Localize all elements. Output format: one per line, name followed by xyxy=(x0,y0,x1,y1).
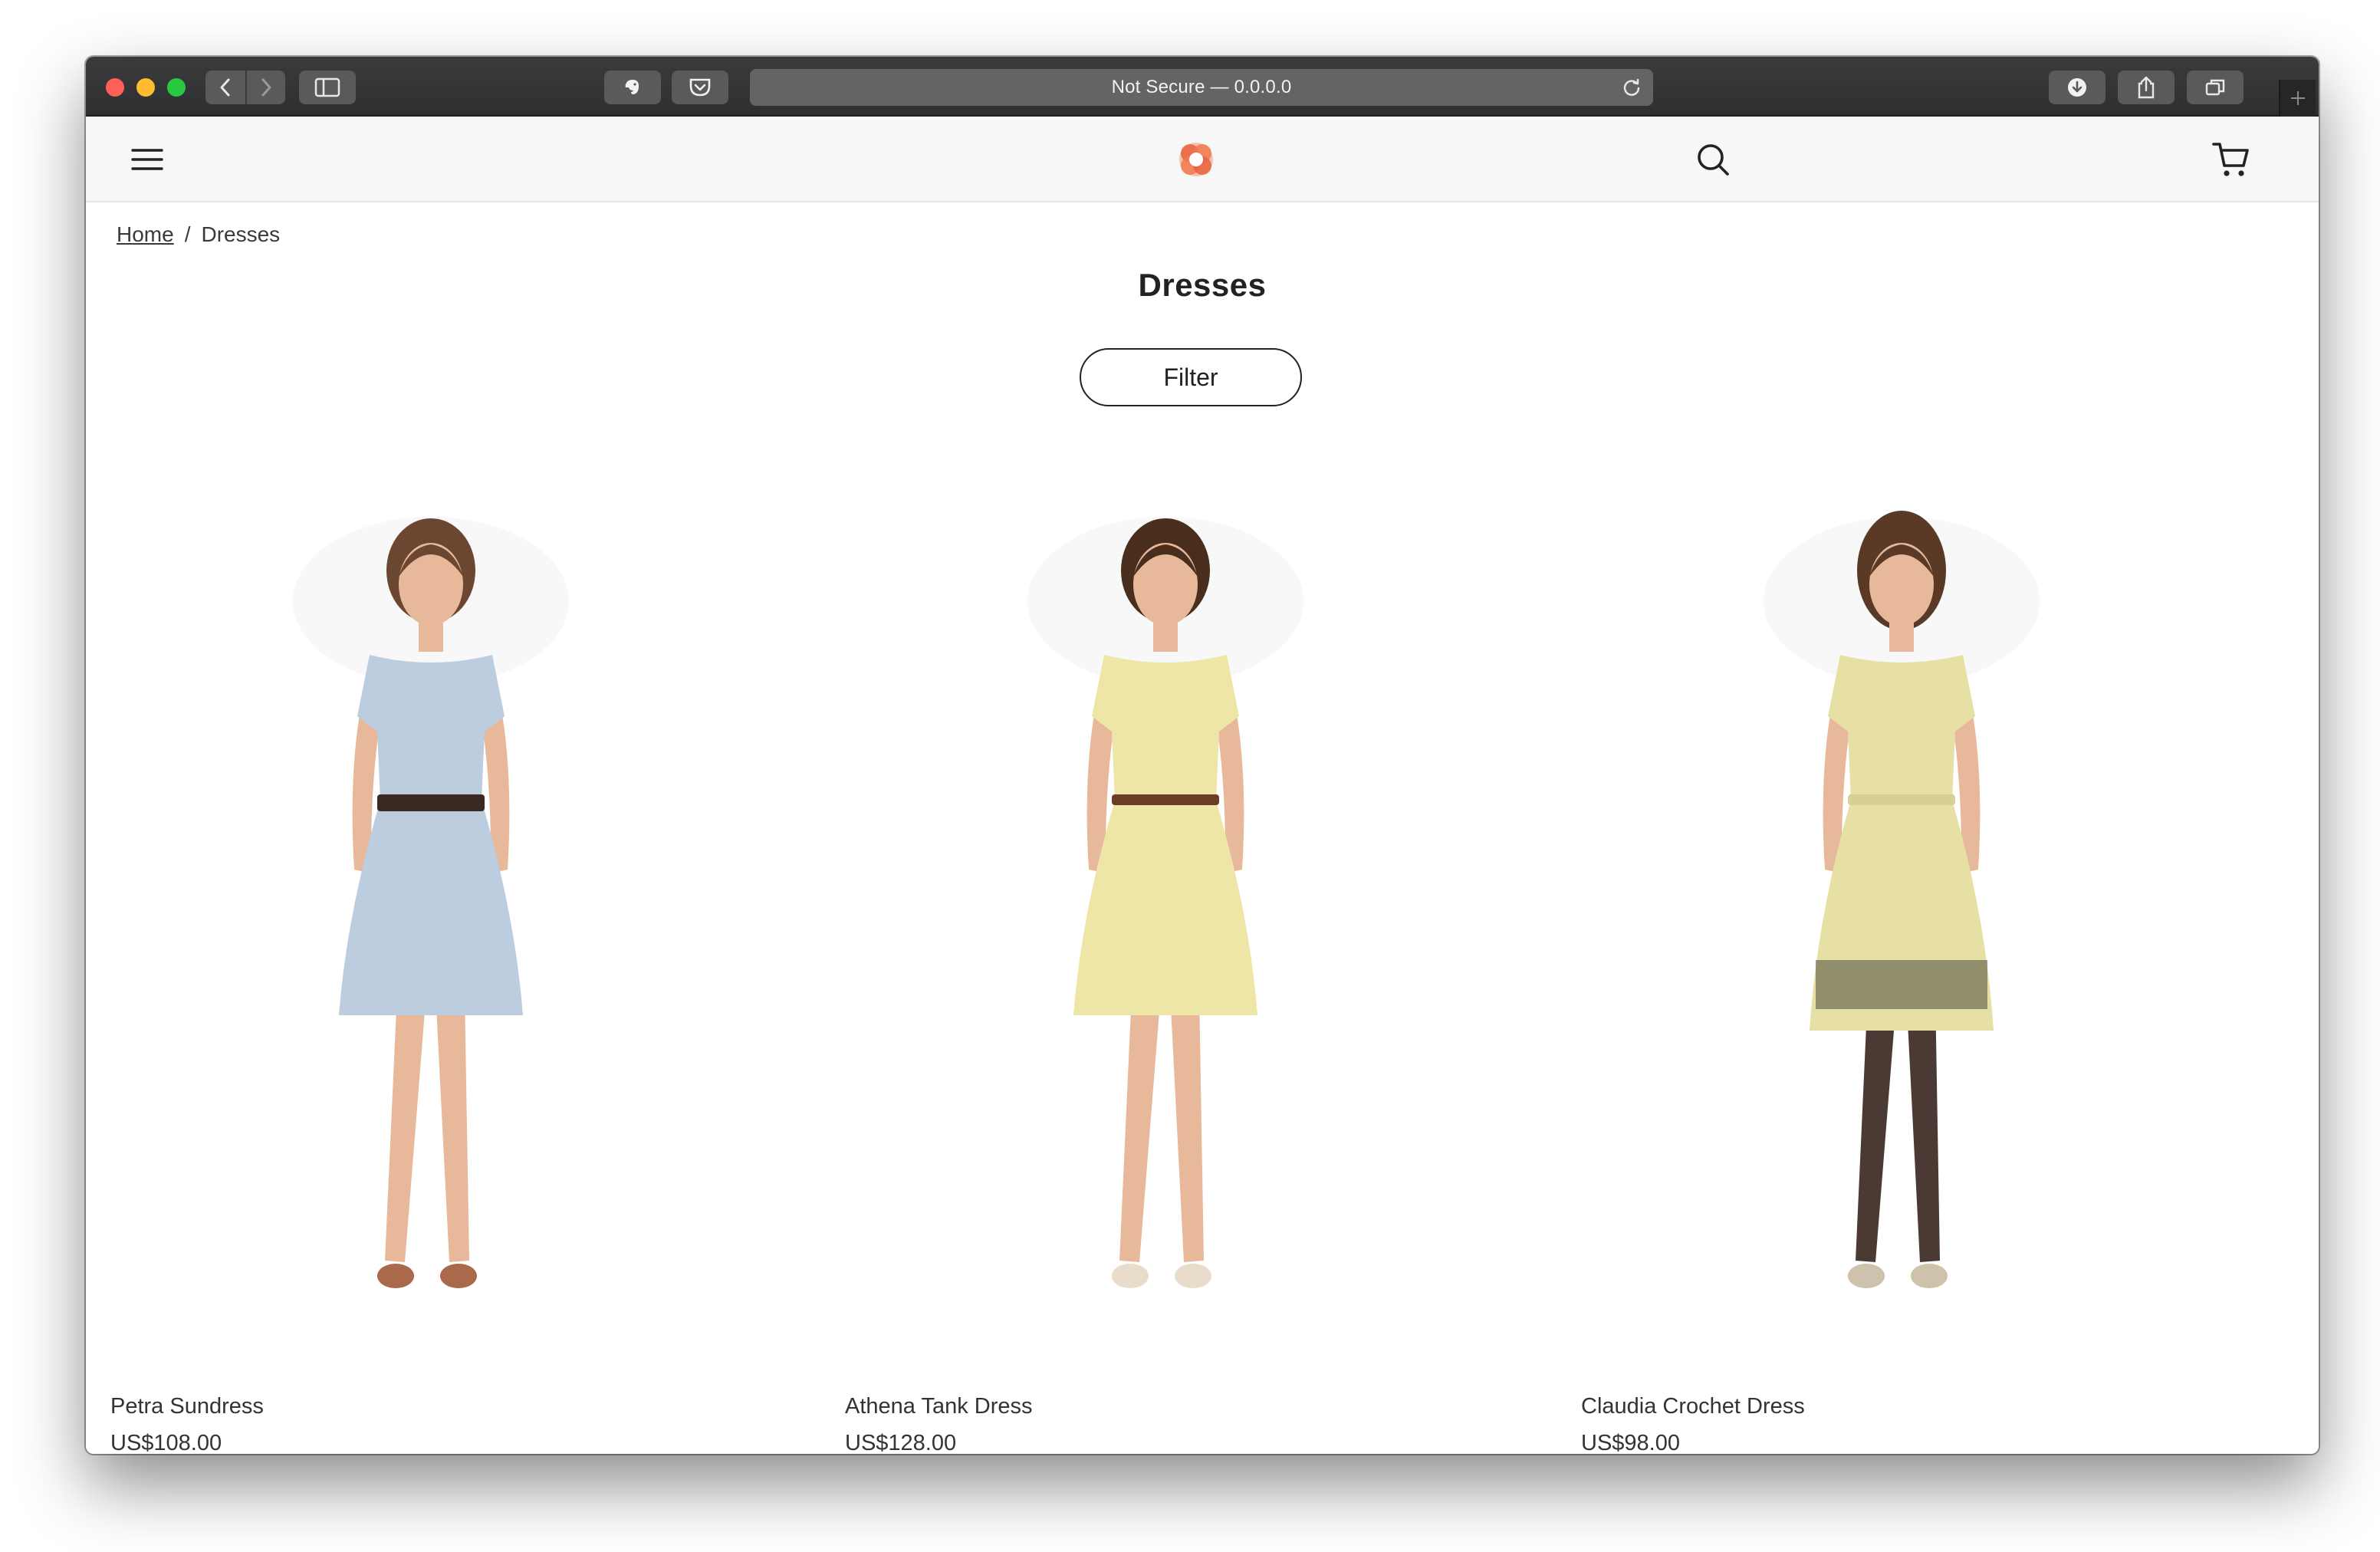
back-button[interactable] xyxy=(205,71,245,104)
breadcrumb-separator: / xyxy=(184,222,191,246)
new-tab-button[interactable] xyxy=(2279,80,2316,117)
product-price: US$108.00 xyxy=(110,1431,222,1454)
neck xyxy=(419,621,443,652)
tabs-icon xyxy=(2205,79,2225,96)
face xyxy=(1133,543,1198,626)
shoe-left xyxy=(1112,1264,1149,1288)
product-name[interactable]: Athena Tank Dress xyxy=(845,1394,1033,1419)
shoe-left xyxy=(377,1264,414,1288)
product-image[interactable] xyxy=(820,486,1511,1376)
elephant-icon xyxy=(625,80,639,94)
menu-button[interactable] xyxy=(129,141,166,178)
shoe-right xyxy=(1911,1264,1948,1288)
product-card[interactable]: Athena Tank Dress US$128.00 xyxy=(820,486,1511,1454)
chevron-right-icon xyxy=(261,78,271,97)
evernote-extension-button[interactable] xyxy=(604,71,661,104)
crochet-hem xyxy=(1816,960,1987,1009)
plus-icon xyxy=(2291,91,2305,105)
breadcrumb-home-link[interactable]: Home xyxy=(117,222,174,247)
tab-overview-button[interactable] xyxy=(2187,71,2244,104)
belt xyxy=(377,794,485,811)
shoe-right xyxy=(1175,1264,1211,1288)
share-icon xyxy=(2138,76,2155,99)
product-name[interactable]: Claudia Crochet Dress xyxy=(1581,1394,1805,1419)
search-button[interactable] xyxy=(1693,140,1733,179)
model-photo xyxy=(1764,511,2040,1288)
browser-window: Not Secure — 0.0.0.0 Home / Dresses Dres… xyxy=(86,57,2319,1454)
sidebar-toggle-button[interactable] xyxy=(299,71,356,104)
zoom-window-button[interactable] xyxy=(167,78,186,97)
belt xyxy=(1848,794,1955,805)
download-icon xyxy=(2068,78,2086,97)
leg-right xyxy=(436,992,469,1262)
face xyxy=(399,543,463,626)
shoe-right xyxy=(440,1264,477,1288)
minimize-window-button[interactable] xyxy=(136,78,155,97)
search-icon xyxy=(1698,144,1729,176)
neck xyxy=(1889,621,1914,652)
downloads-button[interactable] xyxy=(2049,71,2106,104)
leg-right xyxy=(1906,992,1940,1262)
navigation-buttons xyxy=(205,71,285,104)
reload-icon[interactable] xyxy=(1621,77,1642,98)
address-bar[interactable]: Not Secure — 0.0.0.0 xyxy=(750,69,1653,106)
pocket-icon xyxy=(689,78,711,97)
store-logo[interactable] xyxy=(1175,138,1218,181)
url-text: Not Secure — 0.0.0.0 xyxy=(1111,77,1292,97)
forward-button[interactable] xyxy=(245,71,285,104)
page-title: Dresses xyxy=(1138,267,1267,303)
model-photo xyxy=(293,517,569,1288)
close-window-button[interactable] xyxy=(106,78,124,97)
neck xyxy=(1153,621,1178,652)
flower-logo-icon xyxy=(1179,143,1213,176)
leg-left xyxy=(1856,992,1897,1262)
leg-left xyxy=(385,992,426,1262)
product-card[interactable]: Claudia Crochet Dress US$98.00 xyxy=(1557,486,2247,1454)
shopping-cart-icon xyxy=(2212,143,2249,176)
belt xyxy=(1112,794,1219,805)
pocket-extension-button[interactable] xyxy=(672,71,728,104)
filter-button[interactable]: Filter xyxy=(1080,348,1302,406)
leg-right xyxy=(1170,992,1204,1262)
breadcrumb: Home / Dresses xyxy=(117,222,280,247)
site-header xyxy=(86,117,2319,202)
product-price: US$98.00 xyxy=(1581,1431,1680,1454)
product-name[interactable]: Petra Sundress xyxy=(110,1394,264,1419)
cart-button[interactable] xyxy=(2210,138,2253,181)
product-price: US$128.00 xyxy=(845,1431,957,1454)
product-image[interactable] xyxy=(1557,486,2247,1376)
chevron-left-icon xyxy=(220,78,230,97)
shoe-left xyxy=(1848,1264,1885,1288)
sidebar-icon xyxy=(314,77,340,97)
share-button[interactable] xyxy=(2118,71,2175,104)
leg-left xyxy=(1119,992,1161,1262)
model-photo xyxy=(1027,517,1303,1288)
browser-toolbar: Not Secure — 0.0.0.0 xyxy=(86,57,2319,117)
face xyxy=(1869,543,1934,626)
hamburger-menu-icon xyxy=(131,149,163,170)
breadcrumb-current: Dresses xyxy=(201,222,281,246)
product-image[interactable] xyxy=(86,486,776,1376)
product-card[interactable]: Petra Sundress US$108.00 xyxy=(86,486,776,1454)
